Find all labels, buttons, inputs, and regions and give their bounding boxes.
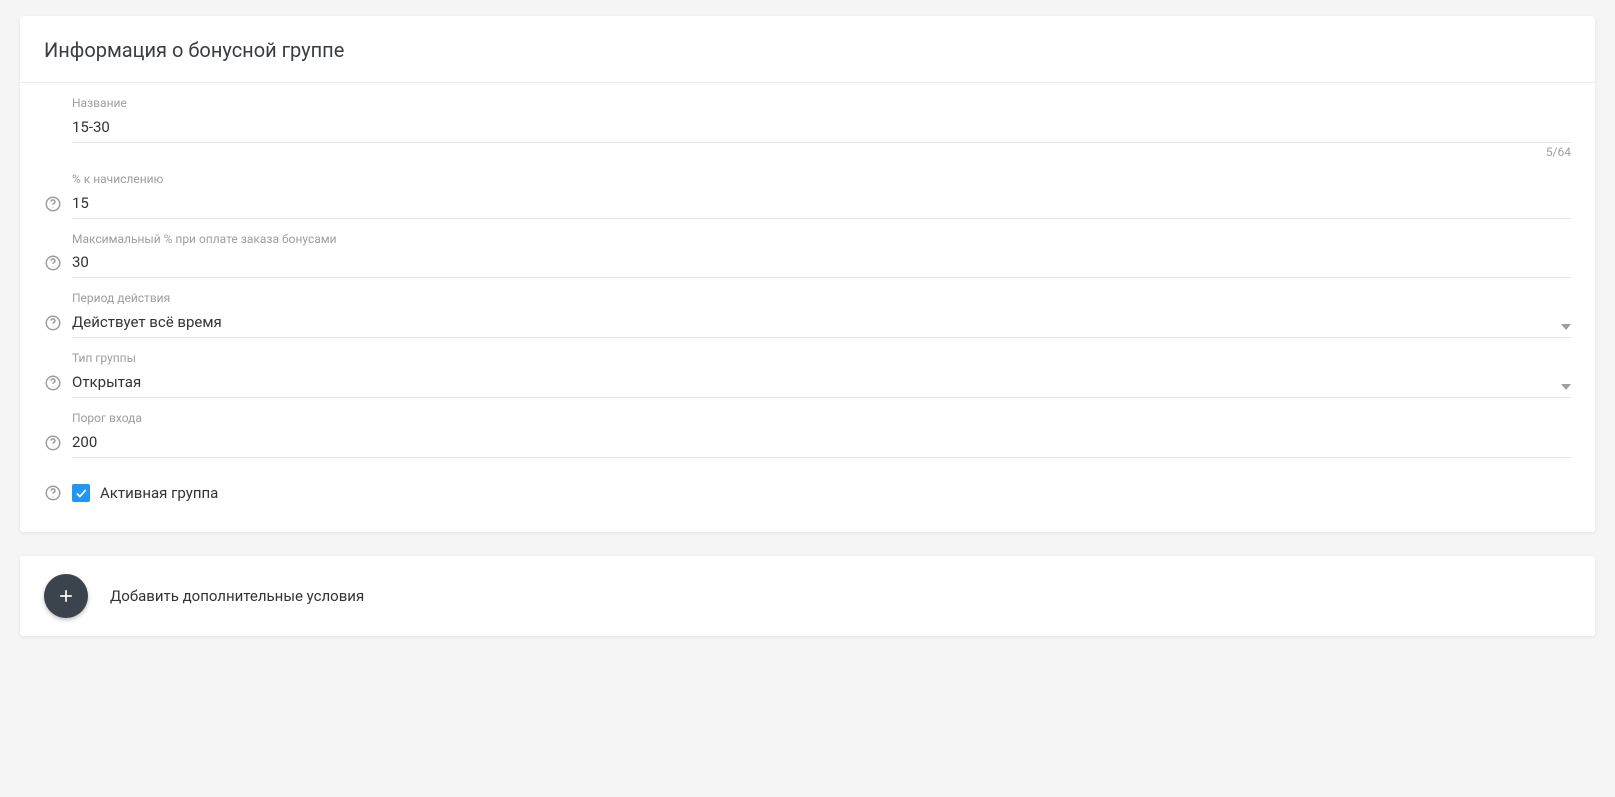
add-conditions-card: Добавить дополнительные условия — [20, 556, 1595, 636]
name-char-counter: 5/64 — [44, 143, 1571, 159]
maxpercent-input[interactable] — [72, 249, 1571, 278]
field-threshold-label: Порог входа — [72, 410, 1571, 427]
active-checkbox-label: Активная группа — [100, 484, 218, 502]
field-active-row: Активная группа — [44, 484, 1571, 502]
grouptype-select[interactable]: Открытая — [72, 369, 1571, 398]
field-name-row: Название — [44, 95, 1571, 143]
bonus-group-card: Информация о бонусной группе Название 5/… — [20, 16, 1595, 532]
add-conditions-label: Добавить дополнительные условия — [110, 587, 364, 605]
add-conditions-button[interactable] — [44, 574, 88, 618]
help-icon[interactable] — [44, 434, 62, 452]
active-checkbox[interactable] — [72, 484, 90, 502]
card-title: Информация о бонусной группе — [44, 38, 1571, 62]
percent-input[interactable] — [72, 190, 1571, 219]
field-threshold-row: Порог входа — [44, 410, 1571, 458]
threshold-input[interactable] — [72, 429, 1571, 458]
help-icon[interactable] — [44, 314, 62, 332]
card-body: Название 5/64 % к начислению — [20, 83, 1595, 532]
field-name-label: Название — [72, 95, 1571, 112]
help-icon[interactable] — [44, 374, 62, 392]
help-icon[interactable] — [44, 195, 62, 213]
field-period-row: Период действия Действует всё время — [44, 290, 1571, 338]
help-icon[interactable] — [44, 484, 62, 502]
field-grouptype-label: Тип группы — [72, 350, 1571, 367]
field-maxpercent-label: Максимальный % при оплате заказа бонусам… — [72, 231, 1571, 248]
period-select[interactable]: Действует всё время — [72, 309, 1571, 338]
help-icon[interactable] — [44, 254, 62, 272]
card-header: Информация о бонусной группе — [20, 16, 1595, 83]
field-percent-row: % к начислению — [44, 171, 1571, 219]
field-grouptype-row: Тип группы Открытая — [44, 350, 1571, 398]
name-input[interactable] — [72, 114, 1571, 143]
field-maxpercent-row: Максимальный % при оплате заказа бонусам… — [44, 231, 1571, 279]
field-percent-label: % к начислению — [72, 171, 1571, 188]
field-period-label: Период действия — [72, 290, 1571, 307]
